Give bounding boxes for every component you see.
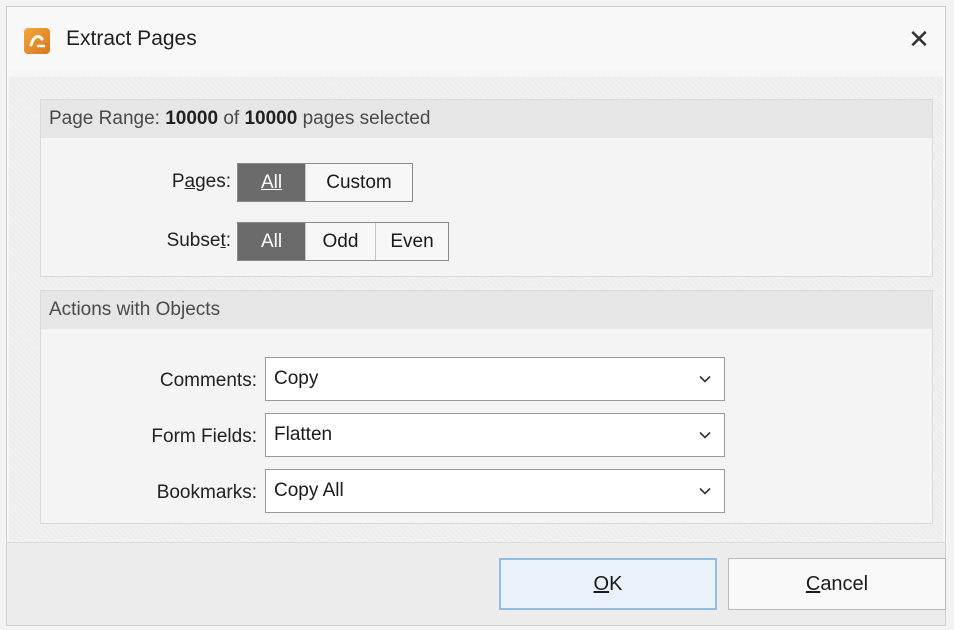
ok-button[interactable]: OK [499, 558, 717, 610]
bookmarks-select[interactable]: Copy All [265, 469, 725, 513]
actions-header: Actions with Objects [41, 291, 932, 329]
selected-count: 10000 [165, 108, 219, 129]
window-title: Extract Pages [66, 27, 197, 50]
actions-group: Actions with Objects Comments: Copy Form… [40, 290, 933, 524]
chevron-down-icon [699, 431, 711, 439]
close-button[interactable]: ✕ [897, 19, 941, 59]
pages-all-option[interactable]: All [238, 164, 306, 201]
app-icon [24, 28, 50, 54]
cancel-button[interactable]: Cancel [728, 558, 946, 610]
form-fields-value: Flatten [274, 424, 333, 445]
comments-select[interactable]: Copy [265, 357, 725, 401]
subset-label: Subset: [166, 230, 231, 251]
page-range-prefix: Page Range: [49, 108, 160, 129]
close-icon: ✕ [908, 23, 930, 54]
subset-odd-option[interactable]: Odd [306, 223, 376, 260]
subset-all-option[interactable]: All [238, 223, 306, 260]
page-range-group: Page Range: 10000 of 10000 pages selecte… [40, 99, 933, 277]
total-count: 10000 [244, 108, 298, 129]
dialog-footer: OK Cancel [7, 542, 946, 625]
bookmarks-label: Bookmarks: [156, 482, 257, 503]
dialog-content: Page Range: 10000 of 10000 pages selecte… [9, 77, 943, 543]
pages-custom-option[interactable]: Custom [306, 164, 412, 201]
page-range-header: Page Range: 10000 of 10000 pages selecte… [41, 100, 932, 138]
comments-value: Copy [274, 368, 319, 389]
pages-label: Pages: [171, 171, 231, 192]
pages-segmented-control: All Custom [237, 163, 413, 202]
extract-pages-dialog: Extract Pages ✕ Page Range: 10000 of 100… [6, 6, 946, 626]
bookmarks-value: Copy All [274, 480, 344, 501]
subset-segmented-control: All Odd Even [237, 222, 449, 261]
chevron-down-icon [699, 375, 711, 383]
page-range-suffix: pages selected [302, 108, 431, 129]
chevron-down-icon [699, 487, 711, 495]
comments-label: Comments: [159, 370, 257, 391]
form-fields-label: Form Fields: [151, 426, 257, 447]
form-fields-select[interactable]: Flatten [265, 413, 725, 457]
subset-even-option[interactable]: Even [376, 223, 448, 260]
of-label: of [223, 108, 240, 129]
title-bar: Extract Pages ✕ [7, 7, 945, 69]
